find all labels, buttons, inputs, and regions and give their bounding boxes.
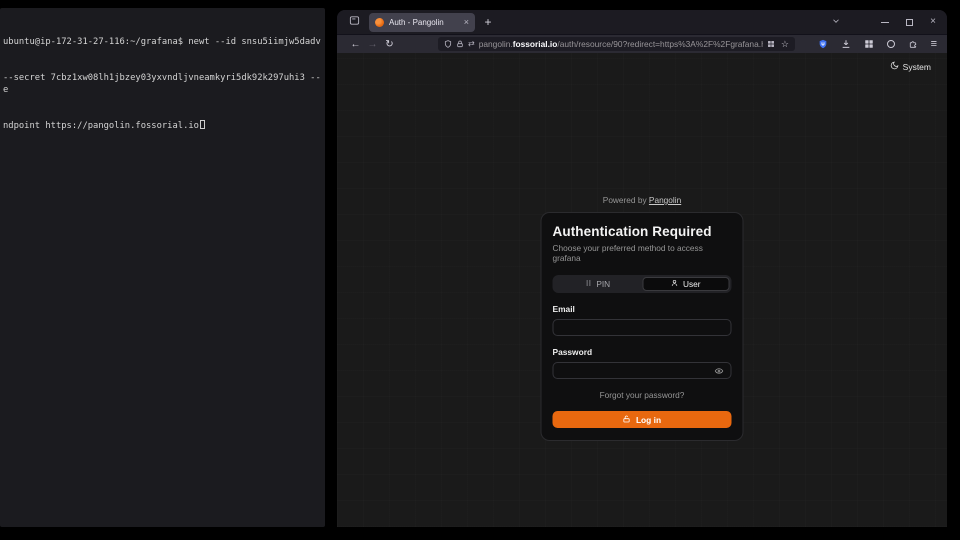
moon-icon (890, 61, 899, 72)
extensions-puzzle-icon[interactable] (908, 39, 918, 49)
tab-title: Auth - Pangolin (389, 18, 459, 27)
terminal-window[interactable]: ubuntu@ip-172-31-27-116:~/grafana$ newt … (0, 8, 325, 527)
terminal-line: ndpoint https://pangolin.fossorial.io (3, 120, 322, 132)
auth-method-tabs: PIN User (553, 275, 732, 293)
tab-pin-label: PIN (596, 279, 610, 289)
browser-window: Auth - Pangolin × + × ← → ↻ (337, 10, 947, 527)
maximize-icon[interactable] (906, 19, 913, 26)
login-button-label: Log in (636, 415, 661, 425)
urlbar-trailing-icons: ☆ (767, 35, 789, 53)
login-button[interactable]: Log in (553, 411, 732, 428)
tracking-protection-shield-icon[interactable] (444, 35, 452, 53)
reload-button[interactable]: ↻ (381, 39, 398, 50)
terminal-cursor (200, 120, 205, 129)
pangolin-favicon-icon (375, 18, 384, 27)
show-password-eye-icon[interactable] (715, 366, 724, 375)
extension-grid-icon[interactable] (864, 39, 874, 49)
bookmark-star-icon[interactable]: ☆ (781, 40, 789, 49)
powered-by-text: Powered by (603, 195, 647, 205)
url-bar[interactable]: ⇄ pangolin.fossorial.io/auth/resource/90… (438, 37, 795, 51)
tab-pin[interactable]: PIN (555, 277, 641, 291)
containers-grid-icon[interactable] (767, 35, 775, 53)
extension-ring-icon[interactable] (887, 40, 895, 48)
url-text: pangolin.fossorial.io/auth/resource/90?r… (479, 39, 763, 49)
back-button[interactable]: ← (347, 39, 364, 50)
close-window-icon[interactable]: × (930, 17, 936, 27)
auth-card: Authentication Required Choose your pref… (541, 212, 744, 441)
theme-toggle[interactable]: System (890, 61, 931, 72)
terminal-line: ubuntu@ip-172-31-27-116:~/grafana$ newt … (3, 36, 322, 48)
minimize-icon[interactable] (881, 22, 889, 23)
browser-tab-auth-pangolin[interactable]: Auth - Pangolin × (369, 13, 475, 32)
forward-button: → (364, 39, 381, 50)
email-label: Email (553, 304, 732, 314)
password-label: Password (553, 347, 732, 357)
terminal-line: --secret 7cbz1xw08lh1jbzey03yxvndljvneam… (3, 72, 322, 96)
powered-by: Powered by Pangolin (541, 195, 744, 205)
card-subtitle: Choose your preferred method to access g… (553, 243, 732, 263)
window-controls: × (831, 13, 936, 31)
forgot-password-link[interactable]: Forgot your password? (553, 390, 732, 400)
dns-swap-arrows-icon[interactable]: ⇄ (468, 40, 475, 48)
downloads-icon[interactable] (841, 39, 851, 49)
connection-lock-icon[interactable] (456, 35, 464, 53)
card-title: Authentication Required (553, 224, 732, 239)
auth-section: Powered by Pangolin Authentication Requi… (541, 195, 744, 441)
theme-toggle-label: System (903, 62, 931, 72)
user-icon (671, 279, 679, 289)
toolbar-right-icons: ≡ (818, 39, 937, 50)
password-field[interactable] (553, 362, 732, 379)
pangolin-link[interactable]: Pangolin (649, 195, 681, 205)
new-tab-button[interactable]: + (480, 15, 496, 29)
email-field[interactable] (553, 319, 732, 336)
pin-keypad-icon (584, 279, 592, 289)
ublock-extension-icon[interactable] (818, 39, 828, 49)
firefox-view-button[interactable] (344, 14, 364, 31)
page-content: System Powered by Pangolin Authenticatio… (337, 53, 947, 527)
tab-user-label: User (683, 279, 701, 289)
tab-close-icon[interactable]: × (464, 18, 469, 27)
hamburger-menu-icon[interactable]: ≡ (931, 39, 937, 50)
navigation-toolbar: ← → ↻ ⇄ pangolin.fossorial.io/auth/resou… (337, 34, 947, 53)
tab-strip: Auth - Pangolin × + × (337, 10, 947, 34)
desktop-background: ubuntu@ip-172-31-27-116:~/grafana$ newt … (0, 0, 960, 540)
list-all-tabs-chevron-icon[interactable] (831, 13, 841, 31)
open-lock-icon (623, 415, 631, 425)
firefox-view-icon (349, 13, 360, 31)
tab-user[interactable]: User (642, 277, 730, 291)
